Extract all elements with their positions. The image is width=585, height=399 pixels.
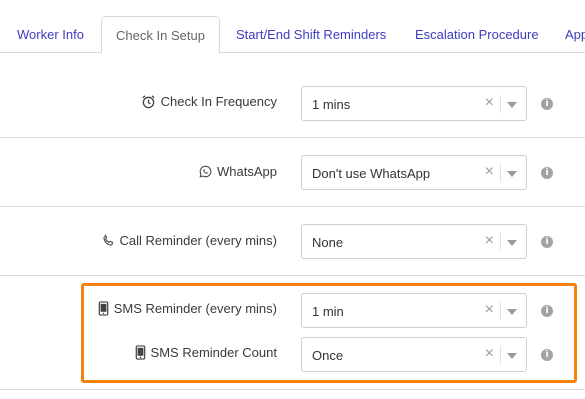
chevron-down-icon[interactable] — [507, 240, 517, 246]
sms-reminder-count-value: Once — [312, 348, 344, 363]
select-divider — [500, 233, 501, 251]
chevron-down-icon[interactable] — [507, 353, 517, 359]
alarm-clock-icon — [141, 94, 156, 109]
sms-reminder-select[interactable]: 1 min × — [301, 293, 527, 328]
row-divider — [0, 275, 585, 276]
row-divider — [0, 389, 585, 390]
row-divider — [0, 206, 585, 207]
check-in-frequency-label: Check In Frequency — [141, 94, 277, 109]
info-icon[interactable]: i — [541, 349, 553, 361]
clear-icon[interactable]: × — [485, 94, 494, 112]
select-divider — [500, 164, 501, 182]
sms-reminder-label: SMS Reminder (every mins) — [98, 301, 277, 316]
call-reminder-value: None — [312, 235, 344, 250]
whatsapp-label: WhatsApp — [199, 164, 277, 179]
tab-check-in-setup[interactable]: Check In Setup — [101, 16, 220, 54]
check-in-frequency-value: 1 mins — [312, 97, 351, 112]
call-reminder-select[interactable]: None × — [301, 224, 527, 259]
tab-worker-info[interactable]: Worker Info — [17, 16, 84, 53]
clear-icon[interactable]: × — [485, 345, 494, 363]
tab-start-end-shift-reminders[interactable]: Start/End Shift Reminders — [236, 16, 386, 53]
call-reminder-label: Call Reminder (every mins) — [102, 233, 277, 248]
row-divider — [0, 137, 585, 138]
tab-escalation-procedure[interactable]: Escalation Procedure — [415, 16, 539, 53]
chevron-down-icon[interactable] — [507, 171, 517, 177]
mobile-phone-icon — [98, 301, 109, 316]
select-divider — [500, 302, 501, 320]
sms-reminder-count-label: SMS Reminder Count — [135, 345, 277, 360]
sms-reminder-value: 1 min — [312, 304, 344, 319]
clear-icon[interactable]: × — [485, 301, 494, 319]
select-divider — [500, 95, 501, 113]
tab-bar: Worker Info Check In Setup Start/End Shi… — [0, 0, 585, 54]
sms-reminder-count-text: SMS Reminder Count — [150, 345, 277, 360]
call-reminder-text: Call Reminder (every mins) — [119, 233, 277, 248]
check-in-frequency-select[interactable]: 1 mins × — [301, 86, 527, 121]
whatsapp-value: Don't use WhatsApp — [312, 166, 431, 181]
select-divider — [500, 346, 501, 364]
whatsapp-icon — [199, 165, 212, 178]
whatsapp-text: WhatsApp — [217, 164, 277, 179]
info-icon[interactable]: i — [541, 167, 553, 179]
info-icon[interactable]: i — [541, 305, 553, 317]
check-in-frequency-text: Check In Frequency — [160, 94, 277, 109]
sms-reminder-text: SMS Reminder (every mins) — [113, 301, 277, 316]
clear-icon[interactable]: × — [485, 232, 494, 250]
chevron-down-icon[interactable] — [507, 102, 517, 108]
info-icon[interactable]: i — [541, 98, 553, 110]
info-icon[interactable]: i — [541, 236, 553, 248]
sms-reminder-count-select[interactable]: Once × — [301, 337, 527, 372]
whatsapp-select[interactable]: Don't use WhatsApp × — [301, 155, 527, 190]
tab-app[interactable]: App — [565, 16, 585, 53]
phone-icon — [102, 234, 115, 247]
chevron-down-icon[interactable] — [507, 309, 517, 315]
clear-icon[interactable]: × — [485, 163, 494, 181]
mobile-phone-icon — [135, 345, 146, 360]
